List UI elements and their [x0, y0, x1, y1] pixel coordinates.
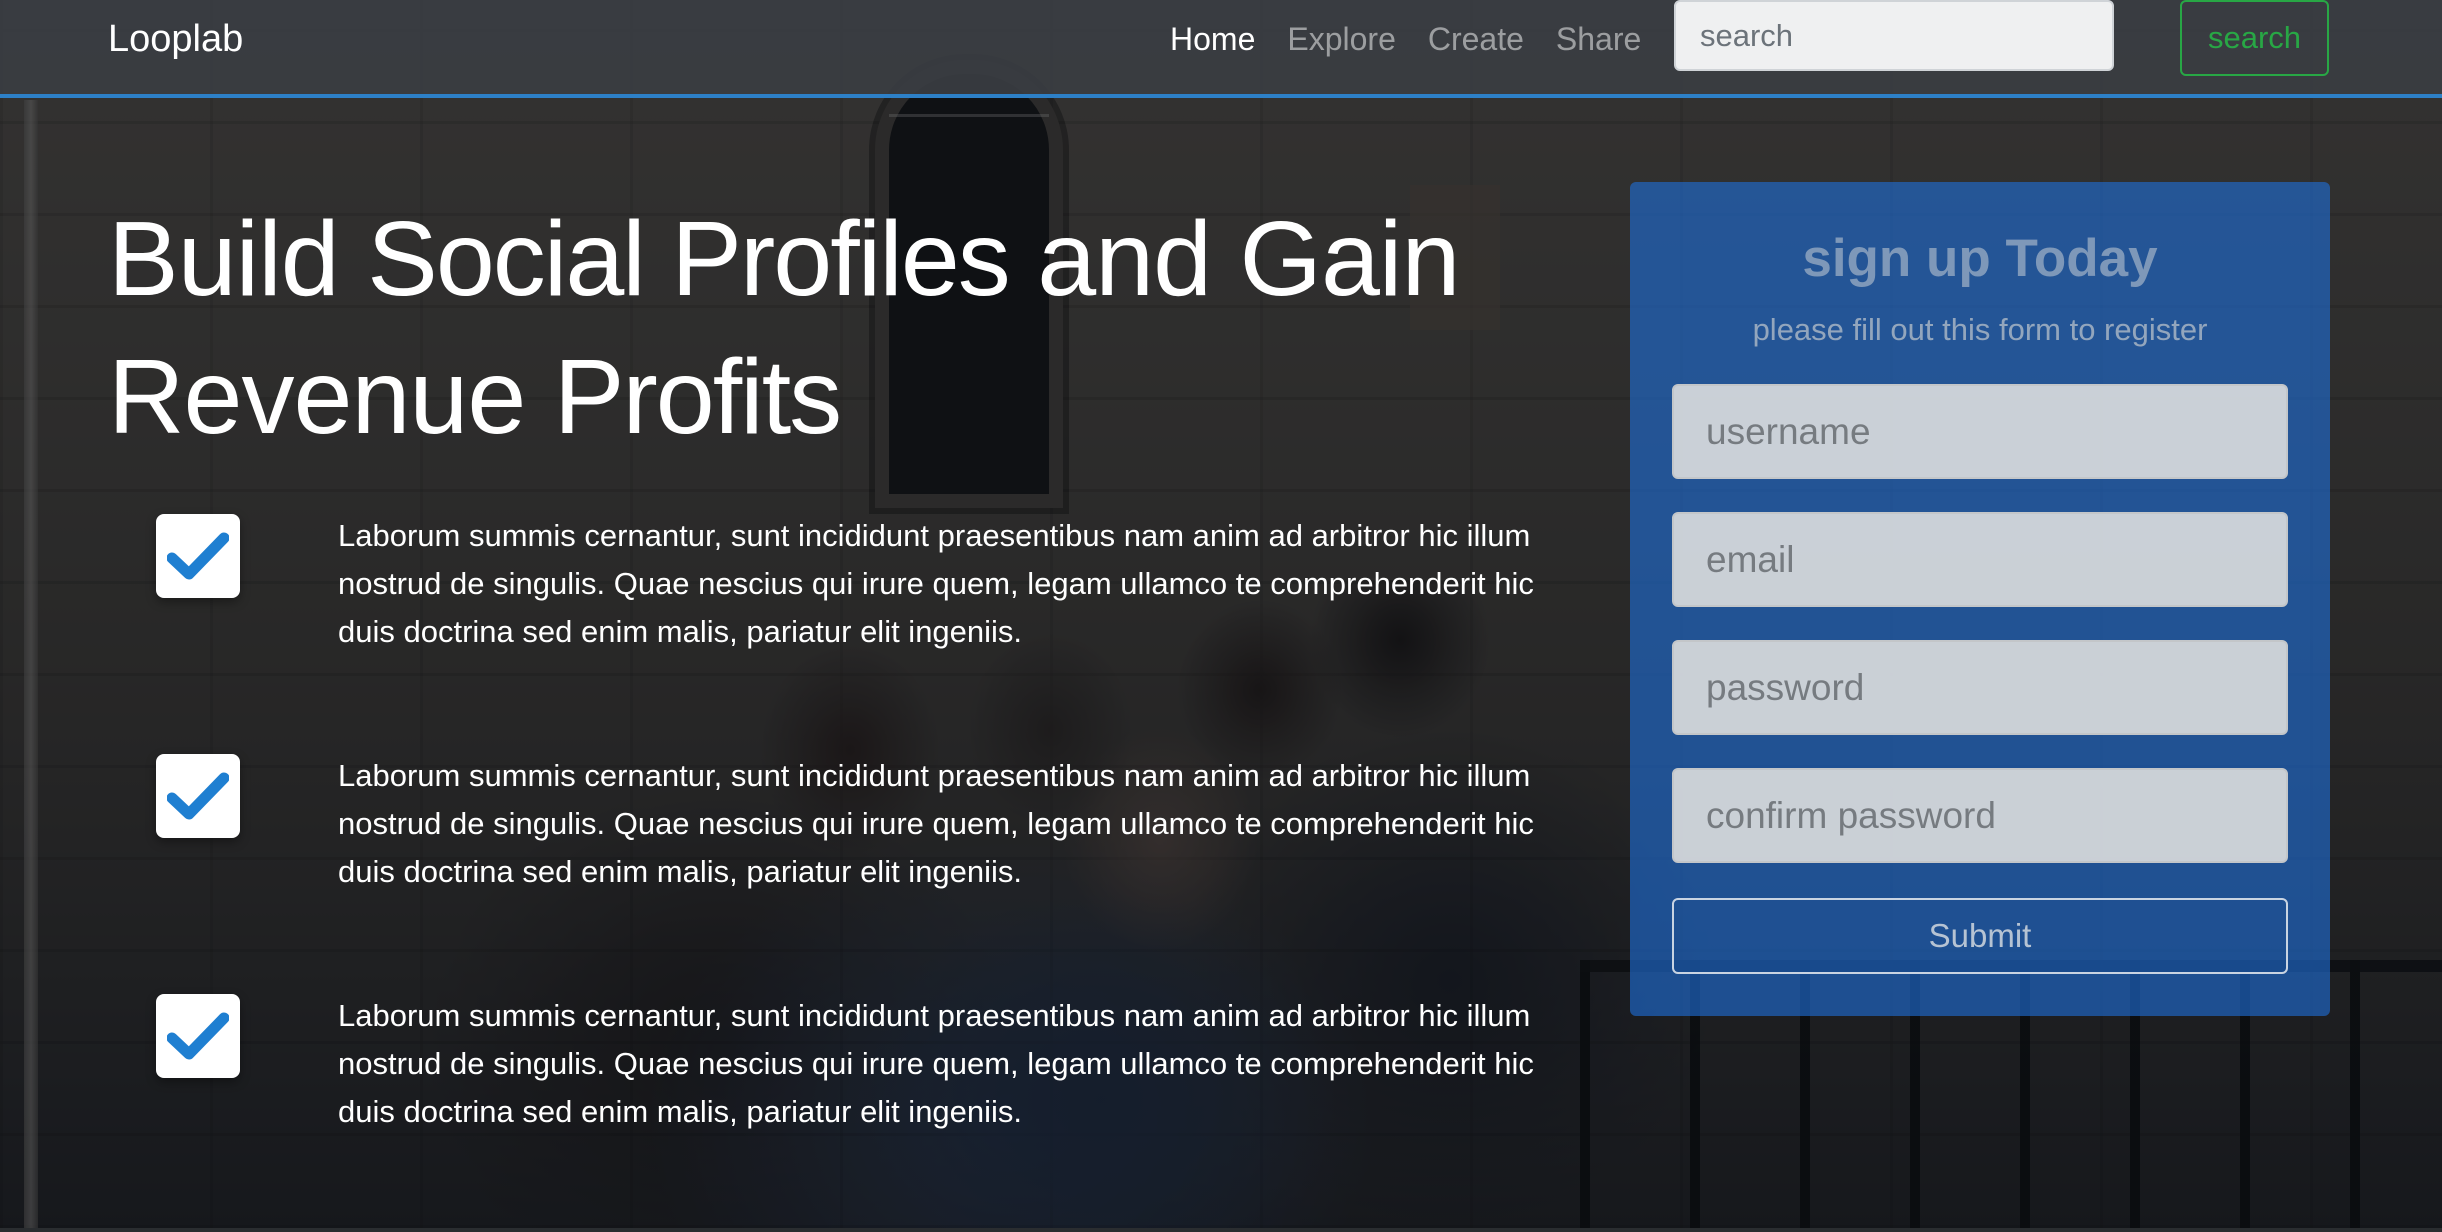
feature-text: Laborum summis cernantur, sunt incididun… [338, 518, 1534, 649]
checkmark-icon [156, 994, 240, 1078]
feature-item: Laborum summis cernantur, sunt incididun… [156, 512, 1556, 752]
signup-subtitle: please fill out this form to register [1752, 312, 2208, 347]
password-field[interactable] [1672, 640, 2288, 735]
top-navbar: Looplab Home Explore Create Share search [0, 0, 2442, 98]
checkmark-icon [156, 754, 240, 838]
email-field[interactable] [1672, 512, 2288, 607]
hero-title-emphasis: Social Profiles [367, 200, 1011, 318]
hero-title-part: Revenue [108, 338, 554, 456]
search-input[interactable] [1674, 0, 2114, 71]
hero-title: Build Social Profiles and Gain Revenue P… [108, 190, 1558, 466]
confirm-password-field[interactable] [1672, 768, 2288, 863]
submit-button[interactable]: Submit [1672, 898, 2288, 974]
search-button[interactable]: search [2180, 0, 2329, 76]
signup-form: sign up Today please fill out this form … [1630, 182, 2330, 1016]
signup-title: sign up Today [1802, 229, 2158, 288]
feature-text: Laborum summis cernantur, sunt incididun… [338, 758, 1534, 889]
feature-list: Laborum summis cernantur, sunt incididun… [156, 512, 1556, 1232]
nav-link-share[interactable]: Share [1556, 18, 1641, 60]
hero-title-emphasis: Profits [553, 338, 842, 456]
feature-item: Laborum summis cernantur, sunt incididun… [156, 752, 1556, 992]
checkmark-glyph [167, 772, 229, 820]
username-field[interactable] [1672, 384, 2288, 479]
hero-title-part: Build [108, 200, 368, 318]
checkmark-glyph [167, 1012, 229, 1060]
feature-item: Laborum summis cernantur, sunt incididun… [156, 992, 1556, 1232]
checkmark-glyph [167, 532, 229, 580]
nav-link-explore[interactable]: Explore [1287, 18, 1396, 60]
feature-text: Laborum summis cernantur, sunt incididun… [338, 998, 1534, 1129]
brand-logo[interactable]: Looplab [108, 14, 243, 64]
nav-links: Home Explore Create Share [1170, 18, 1673, 60]
checkmark-icon [156, 514, 240, 598]
nav-link-home[interactable]: Home [1170, 18, 1255, 60]
hero-title-part: and Gain [1008, 200, 1460, 318]
nav-link-create[interactable]: Create [1428, 18, 1524, 60]
